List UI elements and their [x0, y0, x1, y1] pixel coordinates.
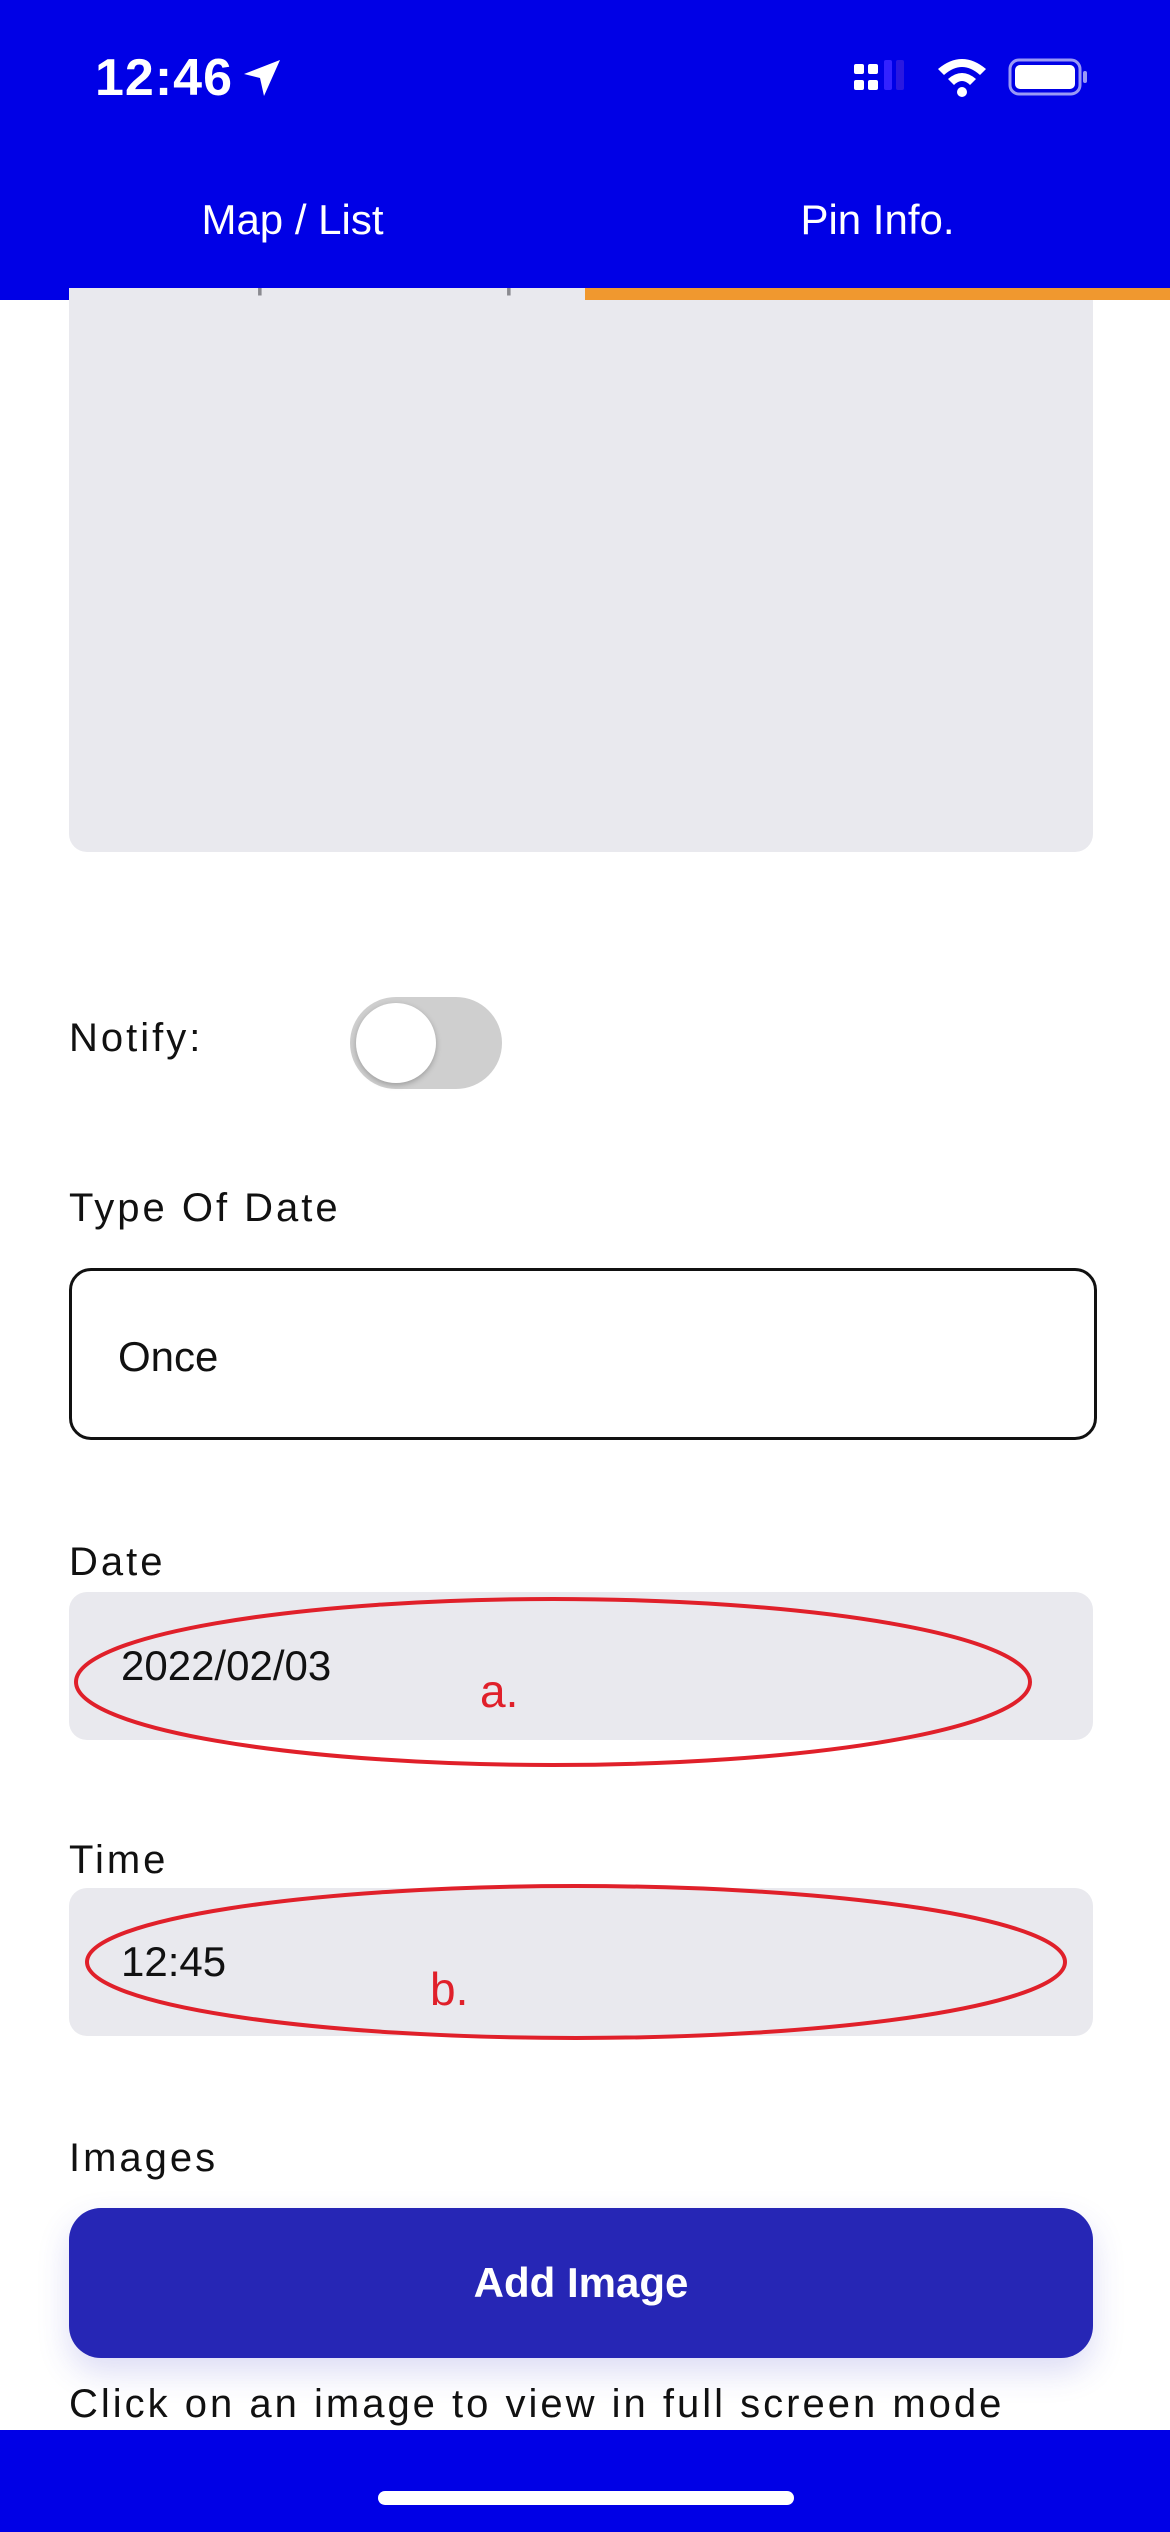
date-field[interactable]: 2022/02/03 [69, 1592, 1093, 1740]
date-label: Date [69, 1540, 166, 1584]
images-label: Images [69, 2136, 219, 2180]
bottom-bar [0, 2430, 1170, 2532]
tab-map-list-label[interactable]: Map / List [0, 150, 585, 290]
type-of-date-select[interactable]: Once [69, 1268, 1097, 1440]
annotation-label-b: b. [430, 1963, 469, 2015]
tab-pin-info-label[interactable]: Pin Info. [585, 150, 1170, 290]
type-of-date-value: Once [118, 1333, 219, 1380]
time-field[interactable]: 12:45 [69, 1888, 1093, 2036]
toggle-knob [356, 1003, 436, 1083]
notify-label: Notify: [69, 1016, 204, 1060]
home-indicator[interactable] [378, 2491, 794, 2505]
location-arrow-icon [244, 60, 280, 96]
wifi-icon [938, 59, 986, 97]
time-value: 12:45 [121, 1938, 227, 1985]
active-tab-underline [585, 288, 1170, 300]
battery-icon [1008, 58, 1087, 96]
notify-toggle[interactable] [350, 997, 502, 1089]
images-hint-text: Click on an image to view in full screen… [69, 2382, 1005, 2426]
time-label: Time [69, 1838, 169, 1882]
date-value: 2022/02/03 [121, 1642, 332, 1689]
type-of-date-label: Type Of Date [69, 1186, 341, 1230]
add-image-button[interactable]: Add Image [69, 2208, 1093, 2358]
description-textarea[interactable]: Please provide description. [69, 270, 1093, 852]
header-content: 12:46 Map / List Pin Info. [0, 0, 1170, 300]
cellular-signal-icon [854, 60, 904, 90]
annotation-label-a: a. [480, 1665, 519, 1717]
status-time-display: 12:46 [95, 49, 233, 107]
